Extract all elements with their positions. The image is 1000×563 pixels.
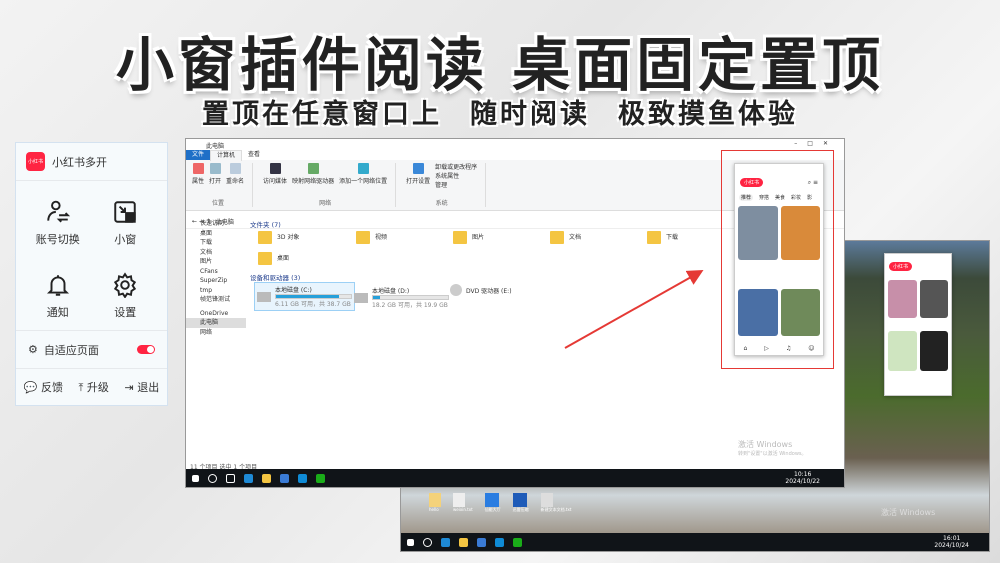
pointer-arrow xyxy=(564,270,704,349)
